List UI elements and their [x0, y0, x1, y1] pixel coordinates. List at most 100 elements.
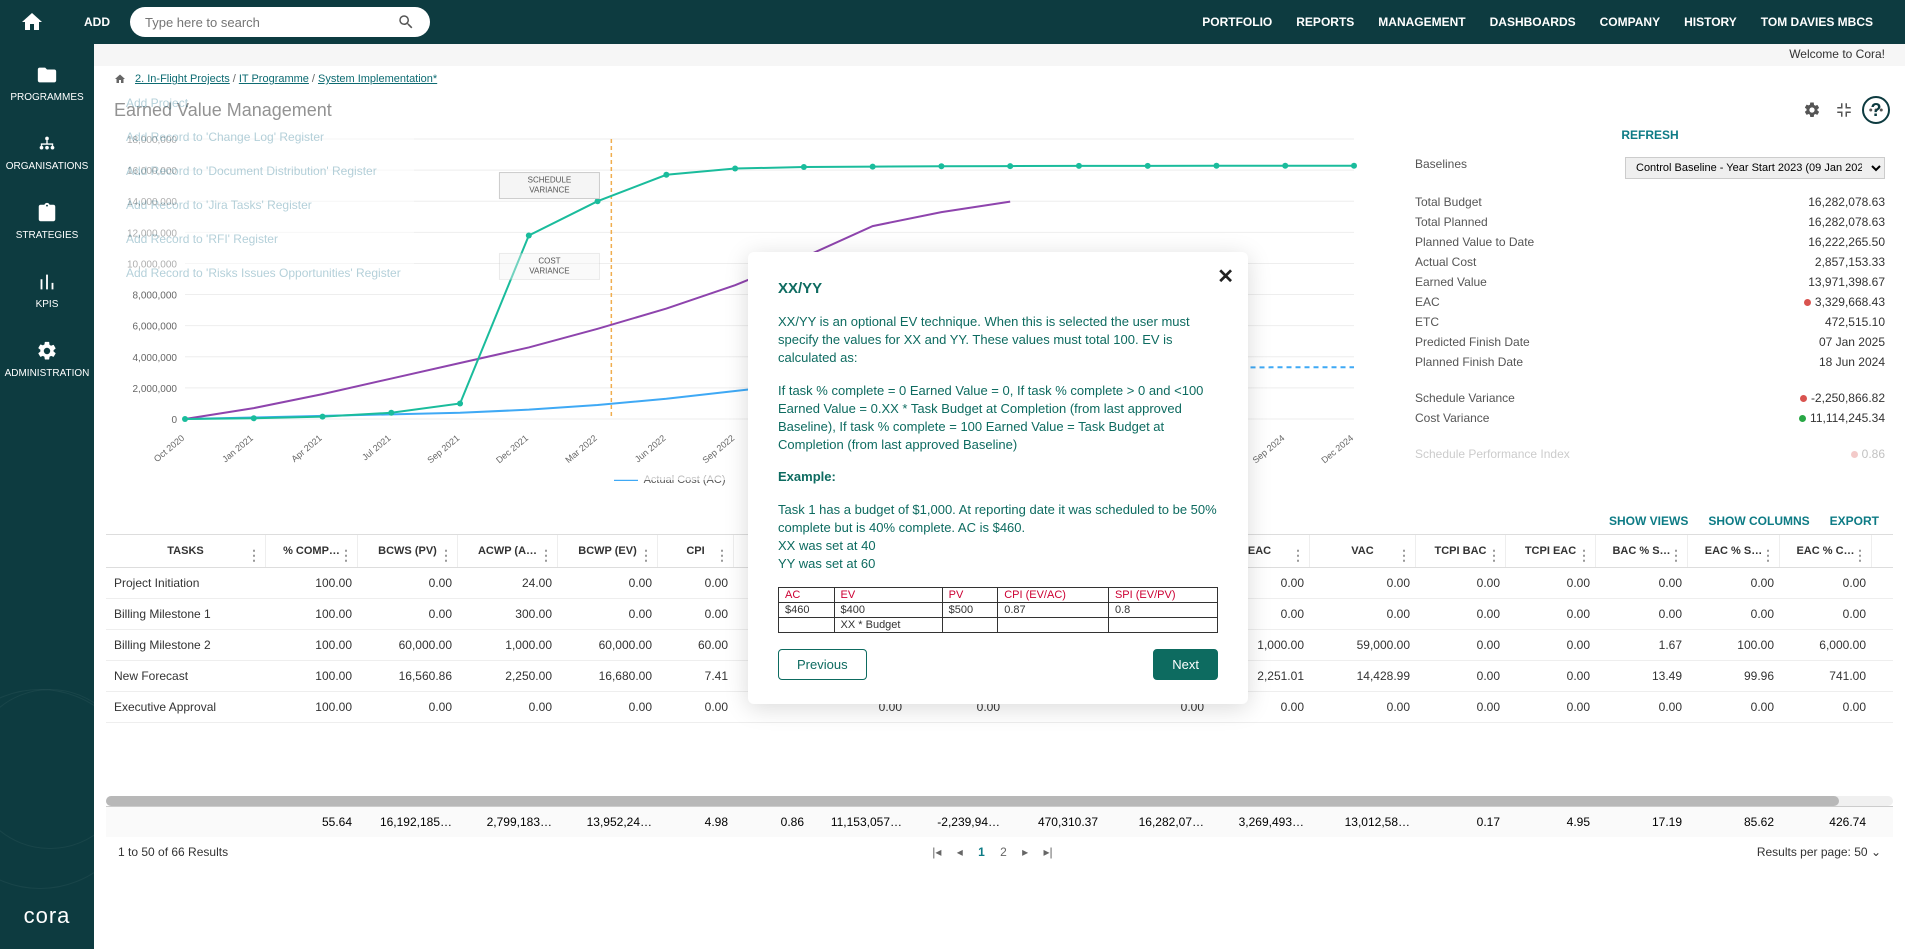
column-menu-icon[interactable]: ⋮: [639, 547, 653, 564]
metric-value: 2,857,153.33: [1815, 255, 1885, 269]
column-header[interactable]: TASKS⋮: [106, 535, 266, 567]
gear-icon[interactable]: [1803, 101, 1821, 119]
cell: 0.00: [658, 568, 734, 598]
dropdown-item[interactable]: Add Record to 'Document Distribution' Re…: [114, 154, 414, 188]
footer-cell: [106, 807, 266, 837]
cell: 0.00: [1596, 692, 1688, 722]
sidebar-item-administration[interactable]: ADMINISTRATION: [5, 340, 90, 379]
pager-first-icon[interactable]: |◂: [932, 845, 941, 859]
column-menu-icon[interactable]: ⋮: [1761, 547, 1775, 564]
pager-page[interactable]: 1: [978, 845, 985, 859]
baseline-select[interactable]: Control Baseline - Year Start 2023 (09 J…: [1625, 157, 1885, 179]
nav-dashboards[interactable]: DASHBOARDS: [1490, 15, 1576, 29]
export-button[interactable]: EXPORT: [1830, 514, 1879, 528]
column-menu-icon[interactable]: ⋮: [715, 547, 729, 564]
column-menu-icon[interactable]: ⋮: [1487, 547, 1501, 564]
sidebar-item-programmes[interactable]: PROGRAMMES: [10, 64, 83, 103]
cell: 0.00: [1310, 692, 1416, 722]
add-dropdown[interactable]: Add Project Add Record to 'Change Log' R…: [114, 86, 414, 290]
sidebar-item-strategies[interactable]: STRATEGIES: [16, 202, 79, 241]
footer-cell: 11,153,057…: [810, 807, 908, 837]
column-header[interactable]: BCWP (EV)⋮: [558, 535, 658, 567]
pager-prev-icon[interactable]: ◂: [957, 845, 963, 859]
nav-user[interactable]: TOM DAVIES MBCS: [1761, 15, 1873, 29]
footer-cell: 16,282,07…: [1104, 807, 1210, 837]
cell: New Forecast: [106, 661, 266, 691]
results-per-page[interactable]: Results per page: 50 ⌄: [1757, 845, 1881, 859]
home-small-icon[interactable]: [114, 73, 126, 85]
refresh-button[interactable]: REFRESH: [1415, 128, 1885, 142]
pager-next-icon[interactable]: ▸: [1022, 845, 1028, 859]
column-menu-icon[interactable]: ⋮: [439, 547, 453, 564]
sidebar: PROGRAMMES ORGANISATIONS STRATEGIES KPIS…: [0, 44, 94, 949]
column-header[interactable]: TCPI BAC⋮: [1416, 535, 1506, 567]
column-menu-icon[interactable]: ⋮: [1291, 547, 1305, 564]
dropdown-item[interactable]: Add Record to 'Change Log' Register: [114, 120, 414, 154]
dropdown-item[interactable]: Add Record to 'Risks Issues Opportunitie…: [114, 256, 414, 290]
breadcrumb-link[interactable]: System Implementation*: [318, 73, 437, 85]
column-header[interactable]: ACWP (A…⋮: [458, 535, 558, 567]
cell: 99.96: [1688, 661, 1780, 691]
column-header[interactable]: BCWS (PV)⋮: [358, 535, 458, 567]
footer-cell: 426.74: [1780, 807, 1872, 837]
breadcrumb-link[interactable]: 2. In-Flight Projects: [135, 73, 230, 85]
dropdown-item[interactable]: Add Record to 'RFI' Register: [114, 222, 414, 256]
previous-button[interactable]: Previous: [778, 649, 867, 680]
home-icon[interactable]: [20, 10, 44, 34]
pager-last-icon[interactable]: ▸|: [1044, 845, 1053, 859]
column-header[interactable]: % COMP…⋮: [266, 535, 358, 567]
add-button[interactable]: ADD: [84, 15, 110, 29]
column-menu-icon[interactable]: ⋮: [539, 547, 553, 564]
column-menu-icon[interactable]: ⋮: [1397, 547, 1411, 564]
chevron-down-icon[interactable]: ⌄: [1871, 845, 1881, 859]
nav-company[interactable]: COMPANY: [1600, 15, 1660, 29]
collapse-icon[interactable]: [1835, 101, 1853, 119]
dropdown-item[interactable]: Add Record to 'Jira Tasks' Register: [114, 188, 414, 222]
help-icon[interactable]: ?: [1862, 96, 1890, 124]
show-views-button[interactable]: SHOW VIEWS: [1609, 514, 1688, 528]
dropdown-item[interactable]: Add Project: [114, 86, 414, 120]
next-button[interactable]: Next: [1153, 649, 1218, 680]
nav-management[interactable]: MANAGEMENT: [1378, 15, 1465, 29]
column-header[interactable]: VAC⋮: [1310, 535, 1416, 567]
nav-portfolio[interactable]: PORTFOLIO: [1202, 15, 1272, 29]
column-menu-icon[interactable]: ⋮: [1853, 547, 1867, 564]
chart-icon: [36, 271, 58, 293]
cell: 0.00: [1596, 568, 1688, 598]
cell: 0.00: [358, 599, 458, 629]
column-menu-icon[interactable]: ⋮: [1577, 547, 1591, 564]
metric-value: 13,971,398.67: [1808, 275, 1885, 289]
column-menu-icon[interactable]: ⋮: [339, 547, 353, 564]
topbar: ADD PORTFOLIO REPORTS MANAGEMENT DASHBOA…: [0, 0, 1905, 44]
column-header[interactable]: TCPI EAC⋮: [1506, 535, 1596, 567]
sidebar-item-organisations[interactable]: ORGANISATIONS: [6, 133, 89, 172]
show-columns-button[interactable]: SHOW COLUMNS: [1708, 514, 1809, 528]
pager-page[interactable]: 2: [1000, 845, 1007, 859]
sidebar-item-kpis[interactable]: KPIS: [36, 271, 59, 310]
search-box[interactable]: [130, 7, 430, 37]
breadcrumb-link[interactable]: IT Programme: [239, 73, 309, 85]
cell: 100.00: [266, 661, 358, 691]
pager-row: 1 to 50 of 66 Results |◂ ◂ 1 2 ▸ ▸| Resu…: [94, 837, 1905, 867]
column-header[interactable]: EAC % S…⋮: [1688, 535, 1780, 567]
column-header[interactable]: CPI⋮: [658, 535, 734, 567]
sidebar-label: ADMINISTRATION: [5, 368, 90, 379]
search-icon[interactable]: [397, 13, 415, 31]
nav-history[interactable]: HISTORY: [1684, 15, 1737, 29]
column-header[interactable]: EAC % C…⋮: [1780, 535, 1872, 567]
grid-footer: 55.6416,192,185…2,799,183…13,952,24…4.98…: [106, 806, 1893, 837]
column-menu-icon[interactable]: ⋮: [1669, 547, 1683, 564]
search-input[interactable]: [145, 15, 397, 30]
help-tooltip: ✕ XX/YY XX/YY is an optional EV techniqu…: [748, 252, 1248, 704]
cell: 100.00: [1688, 630, 1780, 660]
cell: 59,000.00: [1310, 630, 1416, 660]
horizontal-scrollbar[interactable]: [106, 796, 1893, 806]
cell: 0.00: [1780, 568, 1872, 598]
column-header[interactable]: BAC % S…⋮: [1596, 535, 1688, 567]
close-icon[interactable]: ✕: [1217, 264, 1234, 289]
nav-reports[interactable]: REPORTS: [1296, 15, 1354, 29]
svg-text:Sep 2021: Sep 2021: [425, 433, 461, 465]
sidebar-label: STRATEGIES: [16, 230, 79, 241]
column-menu-icon[interactable]: ⋮: [247, 547, 261, 564]
metric-value: 11,114,245.34: [1799, 411, 1885, 425]
